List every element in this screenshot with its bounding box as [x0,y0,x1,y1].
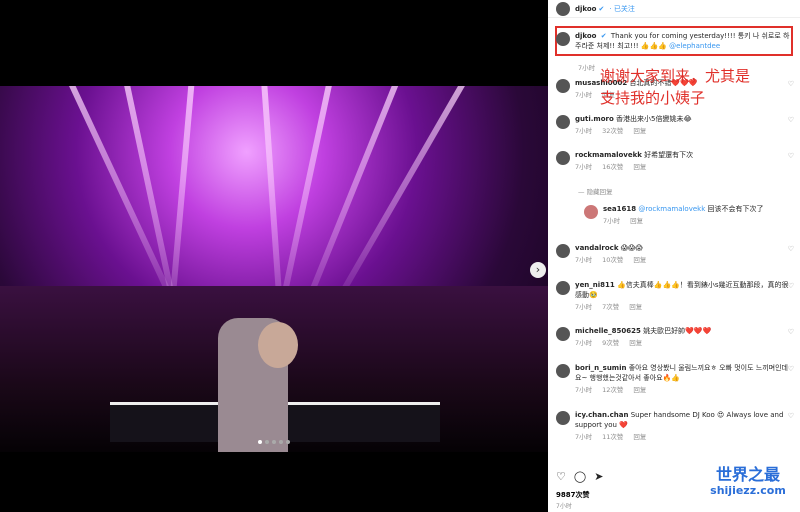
comment-icon[interactable]: ◯ [574,470,586,483]
reply-button[interactable]: 回复 [629,303,642,311]
comment-username[interactable]: guti.moro [575,115,614,123]
comment-item: guti.moro 香港出来小5倍變姚未😂 7小时 32次赞 回复 ♡ [556,114,794,136]
reply-button[interactable]: 回复 [633,386,646,394]
carousel-dots [258,440,290,444]
comment-item: yen_ni811 👍信夫真棒👍👍👍！看到錶小s幾近互動那段，真的很感動🥹 7小… [556,280,794,312]
comment-likes[interactable]: 9次赞 [602,339,619,347]
heart-icon[interactable]: ♡ [788,80,794,88]
reply-button[interactable]: 回复 [633,127,646,135]
reply-button[interactable]: 回复 [633,256,646,264]
avatar[interactable] [556,364,570,378]
annotation-text: 谢谢大家到来，尤其是 支持我的小姨子 [600,65,750,109]
avatar[interactable] [556,1,570,16]
annotation-line: 支持我的小姨子 [600,89,706,107]
comment-item: vandalrock 😱😱😱 7小时 10次赞 回复 ♡ [556,243,794,265]
watermark-url: shijiezz.com [710,484,786,497]
comment-likes[interactable]: 16次赞 [602,163,623,171]
comment-text: 回该不会有下次了 [707,205,764,213]
heart-icon[interactable]: ♡ [788,116,794,124]
avatar[interactable] [556,115,570,129]
reply-button[interactable]: 回复 [633,433,646,441]
heart-icon[interactable]: ♡ [556,470,566,483]
comment-item: michelle_850625 姚夫歐巴好帥❤️❤️❤️ 7小时 9次赞 回复 ♡ [556,326,794,348]
comment-username[interactable]: icy.chan.chan [575,411,628,419]
post-time: 7小时 [556,503,572,510]
comment-text: 😱😱😱 [620,244,643,252]
caption-time: 7小时 [578,64,596,72]
avatar[interactable] [556,327,570,341]
comment-username[interactable]: bori_n_sumin [575,364,626,372]
avatar[interactable] [556,32,570,46]
heart-icon[interactable]: ♡ [788,245,794,253]
reply-button[interactable]: 回复 [630,217,643,225]
caption-mention[interactable]: @elephantdee [669,42,720,50]
comment-item: icy.chan.chan Super handsome DJ Koo 😍 Al… [556,410,794,442]
heart-icon[interactable]: ♡ [788,412,794,420]
comment-username[interactable]: rockmamalovekk [575,151,642,159]
comment-text: 香港出来小5倍變姚未😂 [616,115,692,123]
reply-button[interactable]: 回复 [633,163,646,171]
heart-icon[interactable]: ♡ [788,328,794,336]
comment-item: bori_n_sumin 좋아요 영상봤니 울림느끼요ㅎ 오빠 멋이도 느끼며인… [556,363,794,395]
comment-time: 7小时 [575,433,593,441]
annotation-line: 谢谢大家到来，尤其是 [600,67,751,85]
comment-username[interactable]: sea1618 [603,205,636,213]
header-username[interactable]: djkoo [575,5,597,13]
comment-likes[interactable]: 11次赞 [602,433,623,441]
watermark-title: 世界之最 [715,465,780,484]
comment-username[interactable]: michelle_850625 [575,327,641,335]
verified-icon: ✔ [600,32,607,40]
comment-likes[interactable]: 7次赞 [602,303,619,311]
heart-icon[interactable]: ♡ [788,282,794,290]
comment-username[interactable]: vandalrock [575,244,618,252]
comment-text: 姚夫歐巴好帥❤️❤️❤️ [643,327,712,335]
next-arrow-icon[interactable]: › [530,262,546,278]
reply-mention[interactable]: @rockmamalovekk [638,205,705,213]
reply-button[interactable]: 回复 [629,339,642,347]
watermark: 世界之最 shijiezz.com [700,465,796,498]
hide-replies[interactable]: — 隐藏回复 [578,186,623,196]
comment-time: 7小时 [575,127,593,135]
comment-text: 好希望還有下次 [644,151,694,159]
reply-item: sea1618 @rockmamalovekk 回该不会有下次了 7小时 回复 [584,204,794,226]
like-count[interactable]: 9887次赞 [556,490,589,500]
comment-likes[interactable]: 12次赞 [602,386,623,394]
comment-time: 7小时 [575,91,593,99]
comment-item: rockmamalovekk 好希望還有下次 7小时 16次赞 回复 ♡ [556,150,794,172]
follow-status[interactable]: · 已关注 [609,4,634,14]
nightclub-image [0,86,548,452]
action-bar: ♡ ◯ ➤ [556,470,603,483]
comment-time: 7小时 [575,163,593,171]
avatar[interactable] [556,79,570,93]
verified-icon: ✔ [598,4,605,13]
avatar[interactable] [556,151,570,165]
post-photo: › [0,0,548,512]
caption: djkoo ✔ Thank you for coming yesterday!!… [556,31,794,51]
comment-time: 7小时 [575,339,593,347]
avatar[interactable] [556,244,570,258]
comment-time: 7小时 [603,217,621,225]
heart-icon[interactable]: ♡ [788,152,794,160]
heart-icon[interactable]: ♡ [788,365,794,373]
comment-time: 7小时 [575,386,593,394]
avatar[interactable] [556,411,570,425]
comment-time: 7小时 [575,256,593,264]
comment-likes[interactable]: 32次赞 [602,127,623,135]
post-header: djkoo ✔ · 已关注 [548,0,800,18]
share-icon[interactable]: ➤ [594,470,603,483]
avatar[interactable] [556,281,570,295]
caption-username[interactable]: djkoo [575,32,597,40]
comment-username[interactable]: yen_ni811 [575,281,615,289]
comment-time: 7小时 [575,303,593,311]
comment-likes[interactable]: 10次赞 [602,256,623,264]
avatar[interactable] [584,205,598,219]
